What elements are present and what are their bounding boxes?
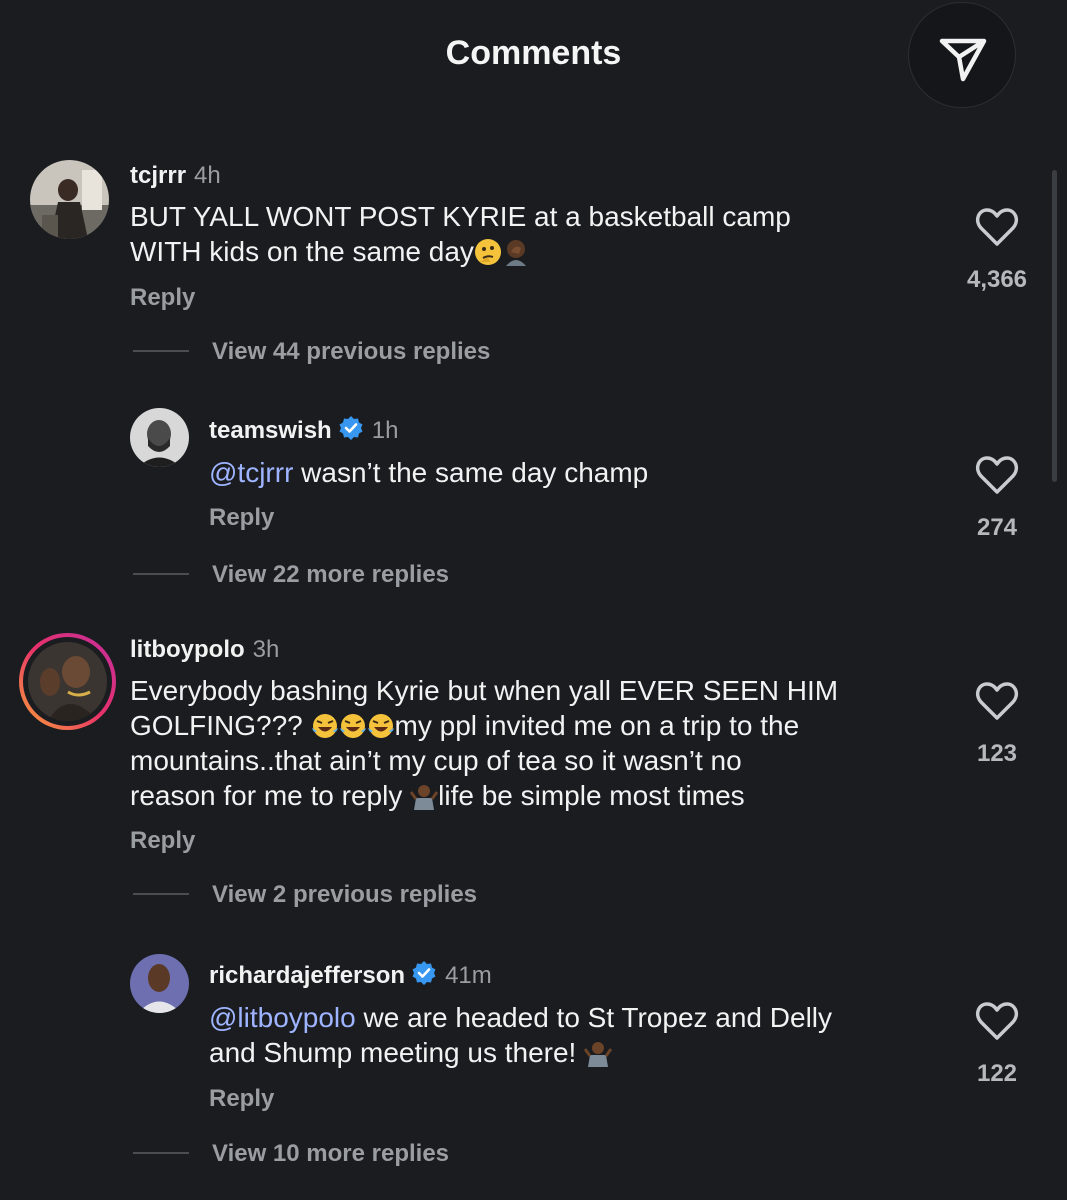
laughing-tears-emoji-icon xyxy=(367,714,394,738)
comment-text-line: mountains..that ain’t my cup of tea so i… xyxy=(130,745,742,776)
reply-button[interactable]: Reply xyxy=(209,504,274,532)
comment-time: 1h xyxy=(371,417,399,444)
comment-username[interactable]: litboypolo 3h xyxy=(130,636,279,664)
heart-icon[interactable] xyxy=(975,207,1019,247)
comment-time: 41m xyxy=(445,962,492,989)
verified-badge-icon xyxy=(412,961,436,985)
reply-button[interactable]: Reply xyxy=(130,827,195,855)
like-count: 274 xyxy=(976,514,1018,541)
comment-text-segment: my ppl invited me on a trip to the xyxy=(394,710,800,741)
comment-text: @litboypolo we are headed to St Tropez a… xyxy=(209,1000,949,1070)
divider xyxy=(133,573,189,575)
comments-header: Comments xyxy=(0,0,1067,110)
divider xyxy=(133,893,189,895)
like-count: 122 xyxy=(976,1060,1018,1087)
comment-text-segment: GOLFING??? xyxy=(130,710,311,741)
comment-text-line: WITH kids on the same day xyxy=(130,234,950,269)
avatar[interactable] xyxy=(130,954,189,1013)
comment-time: 4h xyxy=(194,162,221,189)
laughing-tears-emoji-icon xyxy=(339,714,366,738)
divider xyxy=(133,1152,189,1154)
comment-text: @tcjrrr wasn’t the same day champ xyxy=(209,455,949,490)
like-count: 123 xyxy=(976,740,1018,767)
view-replies-button[interactable]: View 2 previous replies xyxy=(212,881,477,909)
heart-icon[interactable] xyxy=(975,455,1019,495)
shrug-emoji-icon xyxy=(410,785,439,810)
comment-text-line: and Shump meeting us there! xyxy=(209,1035,949,1070)
comment-username[interactable]: teamswish 1h xyxy=(209,415,398,445)
mention-link[interactable]: @tcjrrr xyxy=(209,457,293,488)
username-text[interactable]: tcjrrr xyxy=(130,162,186,189)
comment-text-segment: and Shump meeting us there! xyxy=(209,1037,585,1068)
comment-username[interactable]: tcjrrr 4h xyxy=(130,162,221,190)
laughing-tears-emoji-icon xyxy=(311,714,338,738)
like-count: 4,366 xyxy=(966,266,1028,293)
comment-text-segment: life be simple most times xyxy=(438,780,745,811)
thinking-face-emoji-icon xyxy=(474,239,501,265)
view-replies-button[interactable]: View 22 more replies xyxy=(212,561,449,589)
avatar[interactable] xyxy=(30,160,109,239)
comment-text: Everybody bashing Kyrie but when yall EV… xyxy=(130,673,960,813)
verified-badge-icon xyxy=(339,416,363,440)
comment-text-segment: we are headed to St Tropez and Delly xyxy=(355,1002,833,1033)
username-text[interactable]: teamswish xyxy=(209,417,332,444)
comment-text-line: GOLFING??? my ppl invited me on a trip t… xyxy=(130,708,960,743)
avatar[interactable] xyxy=(130,408,189,467)
share-button[interactable] xyxy=(908,2,1016,108)
comment-text-segment: WITH kids on the same day xyxy=(130,236,474,267)
heart-icon[interactable] xyxy=(975,681,1019,721)
username-text[interactable]: richardajefferson xyxy=(209,962,405,989)
mention-link[interactable]: @litboypolo xyxy=(209,1002,356,1033)
view-replies-button[interactable]: View 10 more replies xyxy=(212,1140,449,1168)
comment-time: 3h xyxy=(252,636,280,663)
comment-text-line: reason for me to reply life be simple mo… xyxy=(130,778,960,813)
send-icon xyxy=(939,38,987,82)
comment-text: BUT YALL WONT POST KYRIE at a basketball… xyxy=(130,199,950,269)
view-replies-button[interactable]: View 44 previous replies xyxy=(212,338,490,366)
comment-text-segment: wasn’t the same day champ xyxy=(293,457,649,488)
heart-icon[interactable] xyxy=(975,1001,1019,1041)
comment-text-line: @litboypolo we are headed to St Tropez a… xyxy=(209,1000,949,1035)
reply-button[interactable]: Reply xyxy=(130,284,195,312)
avatar-story-ring[interactable] xyxy=(19,633,116,730)
comment-username[interactable]: richardajefferson 41m xyxy=(209,960,492,990)
comment-text-line: Everybody bashing Kyrie but when yall EV… xyxy=(130,675,839,706)
scrollbar[interactable] xyxy=(1052,170,1057,482)
page-title: Comments xyxy=(445,34,622,72)
shrug-emoji-icon xyxy=(584,1042,613,1067)
divider xyxy=(133,350,189,352)
comment-text-segment: reason for me to reply xyxy=(130,780,411,811)
avatar xyxy=(28,642,107,721)
facepalm-emoji-icon xyxy=(505,240,526,266)
username-text[interactable]: litboypolo xyxy=(130,636,245,663)
comment-text-line: BUT YALL WONT POST KYRIE at a basketball… xyxy=(130,201,791,232)
reply-button[interactable]: Reply xyxy=(209,1085,274,1113)
